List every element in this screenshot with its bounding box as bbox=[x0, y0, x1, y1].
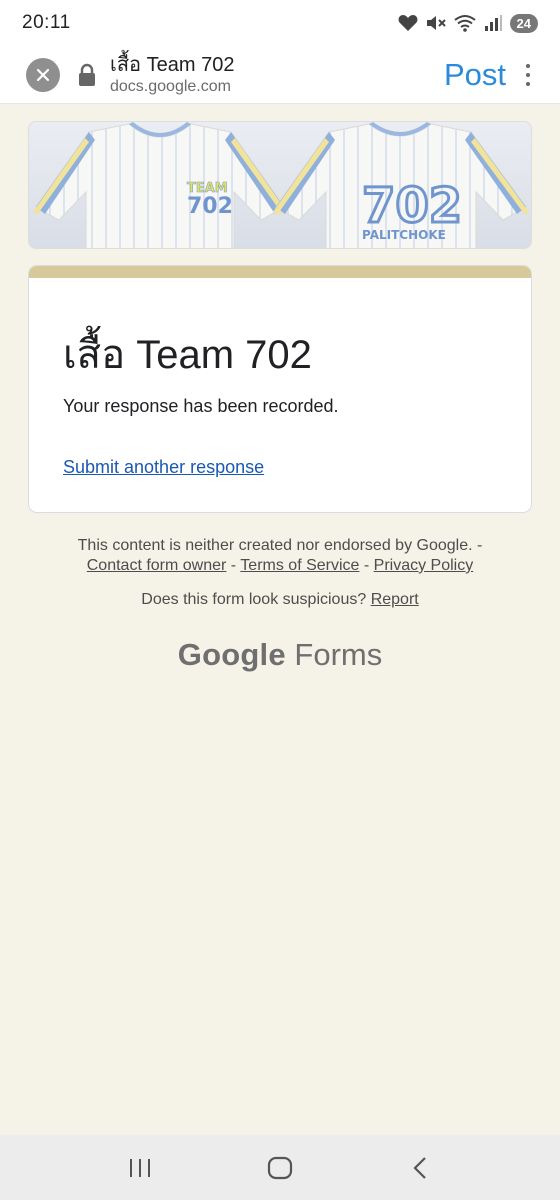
shirt-right-number: 702 bbox=[362, 178, 462, 234]
suspicious-question: Does this form look suspicious? bbox=[141, 591, 367, 608]
footer-disclaimer: This content is neither created nor endo… bbox=[0, 536, 560, 576]
shirt-left-number: 702 bbox=[187, 194, 233, 219]
confirmation-card: เสื้อ Team 702 Your response has been re… bbox=[28, 265, 532, 513]
form-title: เสื้อ Team 702 bbox=[63, 333, 312, 377]
confirmation-message: Your response has been recorded. bbox=[63, 396, 339, 416]
home-button[interactable] bbox=[250, 1143, 310, 1193]
back-button[interactable] bbox=[390, 1143, 450, 1193]
status-time: 20:11 bbox=[22, 12, 71, 33]
close-icon bbox=[36, 68, 50, 81]
separator: - bbox=[359, 557, 374, 574]
back-icon bbox=[413, 1156, 426, 1179]
system-nav-bar bbox=[0, 1135, 560, 1200]
google-forms-logo[interactable]: Google Forms bbox=[0, 637, 560, 673]
card-accent-bar bbox=[29, 266, 531, 278]
contact-owner-link[interactable]: Contact form owner bbox=[87, 557, 227, 574]
separator: - bbox=[226, 557, 241, 574]
status-bar: 20:11 24 bbox=[0, 0, 560, 46]
shirt-right-name: PALITCHOKE bbox=[362, 228, 446, 242]
close-button[interactable] bbox=[26, 57, 60, 92]
battery-badge: 24 bbox=[509, 13, 538, 33]
recents-icon bbox=[130, 1158, 150, 1177]
wifi-icon bbox=[453, 14, 476, 32]
form-header-banner: TEAM 702 702 PALITCHOKE bbox=[28, 121, 532, 249]
recents-button[interactable] bbox=[110, 1143, 170, 1193]
submit-another-link[interactable]: Submit another response bbox=[63, 457, 264, 478]
report-link[interactable]: Report bbox=[371, 591, 419, 608]
url-block[interactable]: เสื้อ Team 702 docs.google.com bbox=[110, 53, 234, 97]
disclaimer-text: This content is neither created nor endo… bbox=[77, 537, 483, 554]
status-icons: 24 bbox=[398, 13, 538, 33]
url-domain: docs.google.com bbox=[110, 77, 231, 95]
brand-forms: Forms bbox=[294, 637, 383, 672]
privacy-link[interactable]: Privacy Policy bbox=[374, 557, 474, 574]
brand-google: Google bbox=[177, 637, 286, 672]
browser-toolbar: เสื้อ Team 702 docs.google.com Post bbox=[0, 46, 560, 104]
shirt-left bbox=[33, 122, 287, 248]
terms-link[interactable]: Terms of Service bbox=[240, 557, 359, 574]
mute-icon bbox=[426, 14, 446, 32]
lock-icon[interactable] bbox=[78, 63, 96, 87]
home-icon bbox=[267, 1156, 293, 1179]
post-button[interactable]: Post bbox=[444, 57, 506, 93]
heart-icon bbox=[398, 14, 418, 32]
footer-links: Contact form owner - Terms of Service - … bbox=[0, 556, 560, 576]
signal-icon bbox=[484, 14, 502, 32]
page-title: เสื้อ Team 702 bbox=[110, 53, 235, 76]
suspicious-row: Does this form look suspicious? Report bbox=[0, 591, 560, 609]
more-vert-icon[interactable] bbox=[526, 63, 530, 86]
